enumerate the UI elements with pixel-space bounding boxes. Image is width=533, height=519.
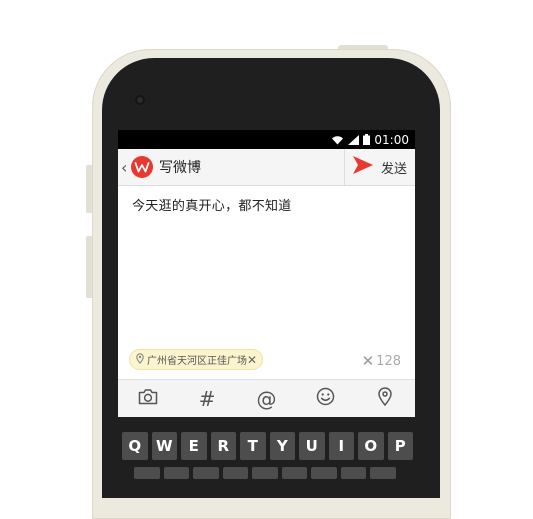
keyboard-key[interactable] bbox=[134, 467, 160, 479]
keyboard-key[interactable] bbox=[222, 467, 248, 479]
key-e[interactable]: E bbox=[181, 432, 207, 460]
keyboard-key[interactable] bbox=[252, 467, 278, 479]
send-label: 发送 bbox=[380, 161, 407, 177]
post-text-area[interactable]: 今天逛的真开心，都不知道 bbox=[118, 186, 415, 214]
soft-keyboard: QWERTYUIOP bbox=[118, 417, 415, 490]
location-pin-icon bbox=[136, 352, 144, 367]
char-remaining: 128 bbox=[376, 353, 401, 369]
send-icon bbox=[352, 156, 373, 178]
key-y[interactable]: Y bbox=[269, 432, 295, 460]
key-i[interactable]: I bbox=[328, 432, 354, 460]
page-title: 写微博 bbox=[159, 160, 201, 176]
location-chip[interactable]: 广州省天河区正佳广场 ✕ bbox=[129, 349, 263, 370]
emoji-button[interactable] bbox=[308, 384, 344, 414]
camera-button[interactable] bbox=[130, 384, 166, 414]
keyboard-key[interactable] bbox=[311, 467, 337, 479]
hashtag-button[interactable]: # bbox=[189, 384, 225, 414]
status-time: 01:00 bbox=[374, 132, 409, 147]
mention-button[interactable]: @ bbox=[248, 384, 284, 414]
keyboard-row-2 bbox=[118, 467, 415, 479]
keyboard-key[interactable] bbox=[193, 467, 219, 479]
back-button[interactable]: ‹ bbox=[121, 158, 130, 177]
status-bar: 01:00 bbox=[118, 130, 415, 149]
signal-icon bbox=[348, 134, 360, 145]
key-t[interactable]: T bbox=[240, 432, 266, 460]
mention-icon: @ bbox=[256, 386, 277, 411]
location-icon bbox=[378, 387, 393, 410]
keyboard-row-1: QWERTYUIOP bbox=[118, 432, 415, 460]
key-p[interactable]: P bbox=[387, 432, 413, 460]
wifi-icon bbox=[331, 135, 344, 145]
key-q[interactable]: Q bbox=[122, 432, 148, 460]
clear-text-icon[interactable]: ✕ bbox=[362, 352, 375, 370]
keyboard-key[interactable] bbox=[370, 467, 396, 479]
keyboard-key[interactable] bbox=[281, 467, 307, 479]
send-button[interactable]: 发送 bbox=[344, 149, 415, 185]
battery-icon bbox=[363, 134, 371, 145]
remove-location-icon[interactable]: ✕ bbox=[247, 353, 257, 367]
camera-icon bbox=[138, 388, 158, 409]
front-camera bbox=[135, 95, 145, 105]
weibo-logo-icon bbox=[131, 156, 153, 178]
key-w[interactable]: W bbox=[151, 432, 177, 460]
location-button[interactable] bbox=[367, 384, 403, 414]
keyboard-key[interactable] bbox=[340, 467, 366, 479]
key-u[interactable]: U bbox=[299, 432, 325, 460]
emoji-icon bbox=[316, 387, 335, 410]
compose-toolbar: # @ bbox=[118, 379, 415, 417]
title-bar: ‹ 写微博 发送 bbox=[118, 149, 415, 186]
hashtag-icon: # bbox=[198, 386, 216, 411]
keyboard-key[interactable] bbox=[163, 467, 189, 479]
key-r[interactable]: R bbox=[210, 432, 236, 460]
char-counter[interactable]: ✕ 128 bbox=[362, 352, 401, 370]
location-name: 广州省天河区正佳广场 bbox=[147, 356, 247, 367]
key-o[interactable]: O bbox=[358, 432, 384, 460]
phone-screen: 01:00 ‹ 写微博 发送 今天逛的真开心，都不知道 广州省天河区正佳广场 ✕… bbox=[118, 130, 415, 490]
